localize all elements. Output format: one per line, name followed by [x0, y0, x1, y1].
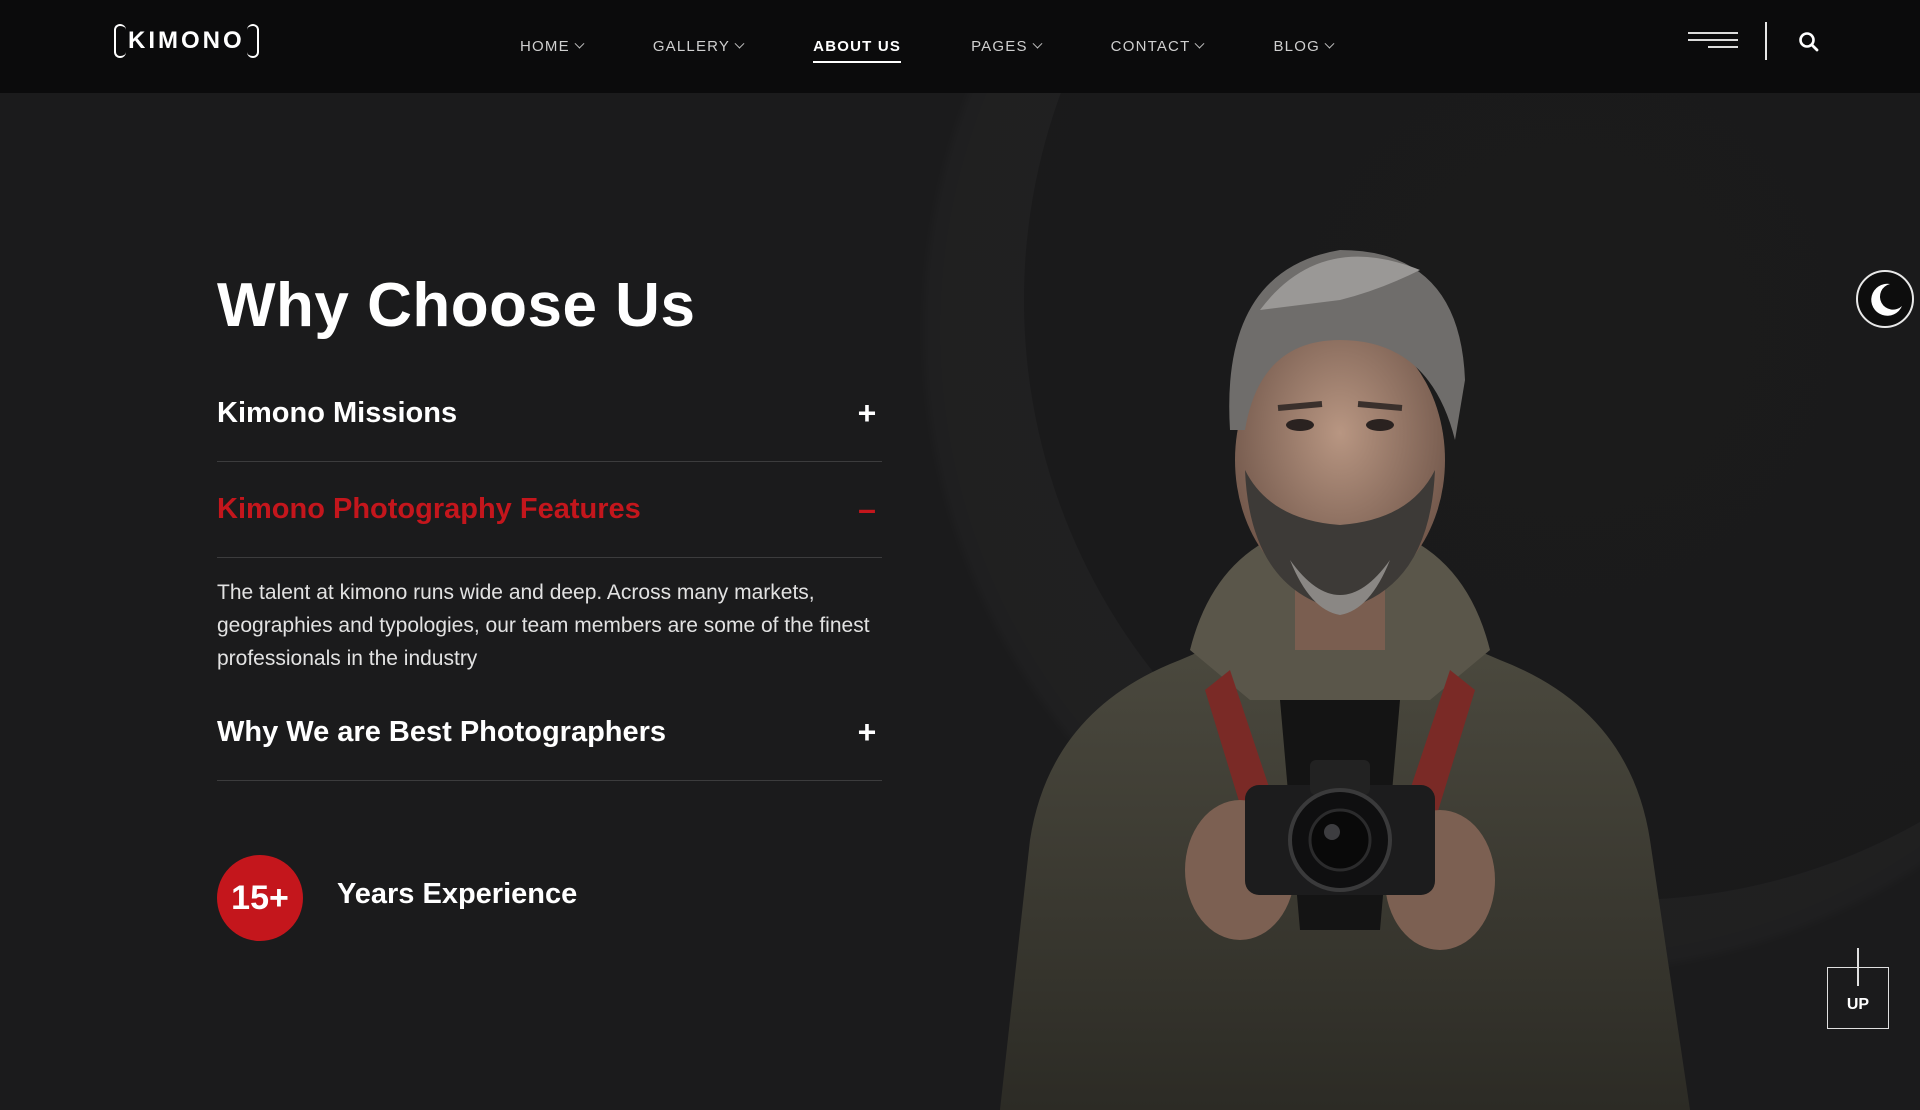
accordion-label: Kimono Photography Features [217, 492, 641, 525]
experience-label: Years Experience [337, 878, 578, 910]
accordion-label: Why We are Best Photographers [217, 715, 667, 748]
nav-item-blog[interactable]: BLOG [1273, 27, 1335, 67]
main-nav: HOME GALLERY ABOUT US PAGES CONTACT BLOG [520, 0, 1403, 93]
nav-label: BLOG [1273, 38, 1320, 55]
logo[interactable]: KIMONO [114, 22, 259, 60]
chevron-down-icon [574, 38, 585, 49]
nav-item-pages[interactable]: PAGES [971, 27, 1043, 67]
header-divider [1765, 22, 1767, 60]
plus-icon[interactable]: + [852, 716, 882, 748]
dark-mode-toggle[interactable] [1856, 270, 1914, 328]
accordion-divider [217, 557, 882, 558]
page: KIMONO HOME GALLERY ABOUT US PAGES CONTA… [0, 0, 1920, 1110]
accordion-item-missions[interactable]: Kimono Missions + [217, 393, 882, 433]
moon-icon [1871, 283, 1902, 316]
accordion-header[interactable]: Why We are Best Photographers + [217, 712, 882, 752]
logo-bracket-right [246, 24, 259, 58]
scroll-to-top-button[interactable]: UP [1827, 967, 1889, 1029]
plus-icon[interactable]: + [852, 397, 882, 429]
logo-bracket-left [114, 24, 126, 58]
nav-item-home[interactable]: HOME [520, 27, 585, 67]
site-header: KIMONO HOME GALLERY ABOUT US PAGES CONTA… [0, 0, 1920, 93]
accordion-body: The talent at kimono runs wide and deep.… [217, 581, 870, 670]
scroll-to-top-label: UP [1846, 996, 1870, 1013]
nav-label: GALLERY [652, 38, 731, 55]
nav-label: PAGES [971, 38, 1028, 55]
search-icon[interactable] [1797, 30, 1821, 54]
nav-label: HOME [520, 38, 570, 55]
nav-item-about-us[interactable]: ABOUT US [813, 27, 902, 67]
accordion-header[interactable]: Kimono Photography Features – [217, 489, 882, 529]
chevron-down-icon [734, 38, 745, 49]
nav-item-gallery[interactable]: GALLERY [652, 27, 745, 67]
photographer-image [1000, 250, 1690, 1110]
accordion-divider [217, 780, 882, 781]
accordion-divider [217, 461, 882, 462]
hamburger-menu-icon[interactable] [1686, 32, 1738, 48]
accordion-header[interactable]: Kimono Missions + [217, 393, 882, 433]
accordion-item-best-photographers[interactable]: Why We are Best Photographers + [217, 712, 882, 752]
accordion-item-features[interactable]: Kimono Photography Features – [217, 489, 882, 529]
nav-label: ABOUT US [813, 38, 902, 55]
nav-item-contact[interactable]: CONTACT [1110, 27, 1205, 67]
chevron-down-icon [1324, 38, 1335, 49]
chevron-down-icon [1195, 38, 1205, 49]
minus-icon[interactable]: – [852, 493, 882, 525]
accordion-label: Kimono Missions [217, 396, 458, 429]
chevron-down-icon [1032, 38, 1043, 49]
experience-badge: 15+ [217, 855, 303, 941]
section-title: Why Choose Us [217, 271, 696, 340]
nav-label: CONTACT [1110, 38, 1191, 55]
logo-text: KIMONO [128, 27, 245, 54]
